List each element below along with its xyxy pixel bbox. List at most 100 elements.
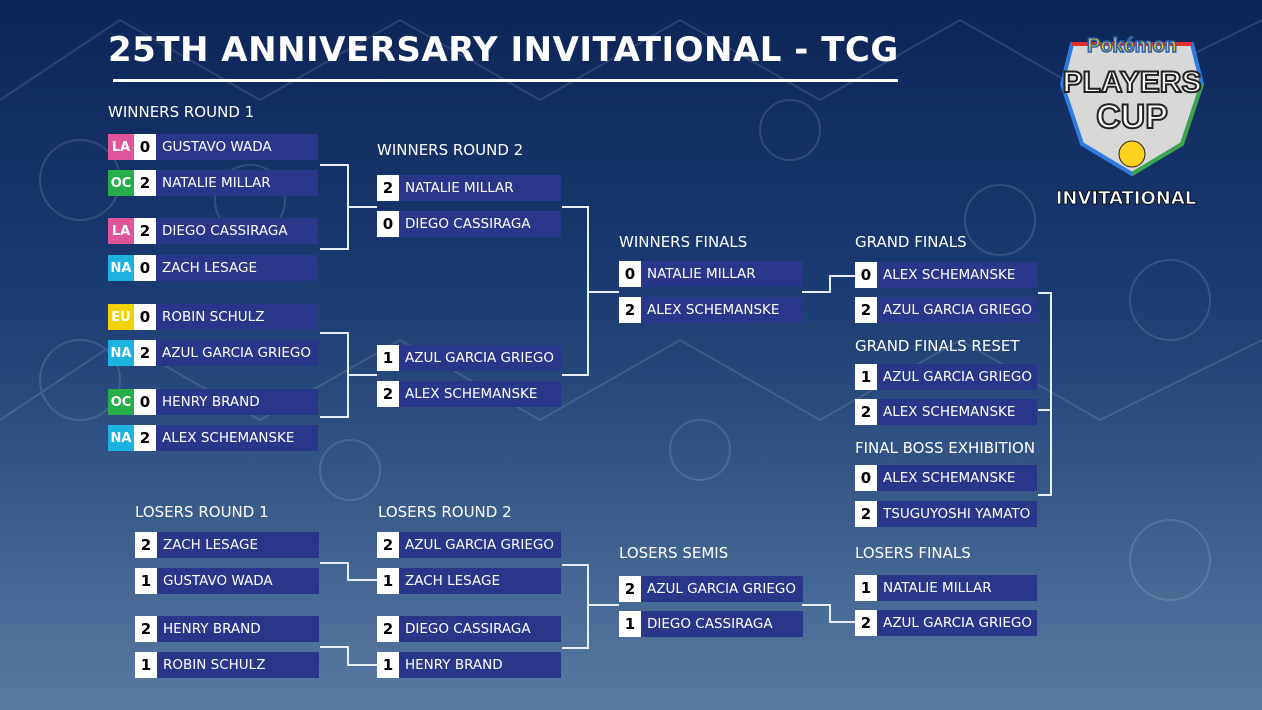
player-name: ALEX SCHEMANSKE	[156, 425, 318, 451]
losers-round-2-entry: 1 HENRY BRAND	[377, 652, 561, 678]
player-name: AZUL GARCIA GRIEGO	[156, 340, 318, 366]
player-name: ROBIN SCHULZ	[157, 652, 319, 678]
grand-finals-reset-entry: 1 AZUL GARCIA GRIEGO	[855, 364, 1037, 390]
winners-round-1-entry: LA 2 DIEGO CASSIRAGA	[108, 218, 318, 244]
player-name: ZACH LESAGE	[157, 532, 319, 558]
player-name: ALEX SCHEMANSKE	[877, 465, 1037, 491]
winners-round-1-entry: NA 2 AZUL GARCIA GRIEGO	[108, 340, 318, 366]
player-name: NATALIE MILLAR	[641, 261, 803, 287]
score: 1	[855, 575, 877, 601]
region-badge: OC	[108, 170, 134, 196]
losers-round-1-entry: 1 ROBIN SCHULZ	[135, 652, 319, 678]
player-name: ALEX SCHEMANSKE	[641, 297, 803, 323]
score: 2	[134, 170, 156, 196]
score: 2	[134, 340, 156, 366]
winners-round-1-entry: OC 2 NATALIE MILLAR	[108, 170, 318, 196]
losers-round-1-entry: 1 GUSTAVO WADA	[135, 568, 319, 594]
score: 0	[377, 211, 399, 237]
winners-round-1-entry: OC 0 HENRY BRAND	[108, 389, 318, 415]
grand-finals-reset-label: GRAND FINALS RESET	[855, 337, 1020, 355]
score: 1	[377, 652, 399, 678]
losers-round-1-label: LOSERS ROUND 1	[135, 503, 269, 521]
region-badge: OC	[108, 389, 134, 415]
region-badge: EU	[108, 304, 134, 330]
score: 2	[855, 399, 877, 425]
score: 2	[134, 218, 156, 244]
player-name: ROBIN SCHULZ	[156, 304, 318, 330]
player-name: DIEGO CASSIRAGA	[399, 211, 561, 237]
player-name: GUSTAVO WADA	[156, 134, 318, 160]
player-name: AZUL GARCIA GRIEGO	[399, 345, 561, 371]
player-name: DIEGO CASSIRAGA	[399, 616, 561, 642]
winners-round-1-label: WINNERS ROUND 1	[108, 103, 255, 121]
losers-finals-entry: 2 AZUL GARCIA GRIEGO	[855, 610, 1037, 636]
winners-finals-entry: 0 NATALIE MILLAR	[619, 261, 803, 287]
player-name: HENRY BRAND	[156, 389, 318, 415]
player-name: ZACH LESAGE	[156, 255, 318, 281]
losers-round-2-label: LOSERS ROUND 2	[378, 503, 512, 521]
winners-round-2-entry: 0 DIEGO CASSIRAGA	[377, 211, 561, 237]
player-name: ZACH LESAGE	[399, 568, 561, 594]
player-name: NATALIE MILLAR	[877, 575, 1037, 601]
losers-round-1-entry: 2 ZACH LESAGE	[135, 532, 319, 558]
losers-semis-label: LOSERS SEMIS	[619, 544, 729, 562]
final-boss-exhibition-entry: 0 ALEX SCHEMANSKE	[855, 465, 1037, 491]
player-name: ALEX SCHEMANSKE	[877, 262, 1037, 288]
winners-round-2-entry: 2 NATALIE MILLAR	[377, 175, 561, 201]
winners-round-2-label: WINNERS ROUND 2	[377, 141, 524, 159]
player-name: GUSTAVO WADA	[157, 568, 319, 594]
score: 2	[377, 381, 399, 407]
losers-round-2-entry: 1 ZACH LESAGE	[377, 568, 561, 594]
winners-round-1-entry: EU 0 ROBIN SCHULZ	[108, 304, 318, 330]
player-name: TSUGUYOSHI YAMATO	[877, 501, 1037, 527]
score: 1	[855, 364, 877, 390]
grand-finals-reset-entry: 2 ALEX SCHEMANSKE	[855, 399, 1037, 425]
player-name: AZUL GARCIA GRIEGO	[399, 532, 561, 558]
region-badge: NA	[108, 255, 134, 281]
losers-semis-entry: 2 AZUL GARCIA GRIEGO	[619, 576, 803, 602]
losers-round-2-entry: 2 AZUL GARCIA GRIEGO	[377, 532, 561, 558]
losers-finals-entry: 1 NATALIE MILLAR	[855, 575, 1037, 601]
player-name: DIEGO CASSIRAGA	[156, 218, 318, 244]
player-name: ALEX SCHEMANSKE	[399, 381, 561, 407]
score: 2	[134, 425, 156, 451]
player-name: AZUL GARCIA GRIEGO	[877, 297, 1037, 323]
score: 2	[855, 610, 877, 636]
losers-round-2-entry: 2 DIEGO CASSIRAGA	[377, 616, 561, 642]
player-name: AZUL GARCIA GRIEGO	[877, 364, 1037, 390]
losers-semis-entry: 1 DIEGO CASSIRAGA	[619, 611, 803, 637]
winners-finals-label: WINNERS FINALS	[619, 233, 748, 251]
score: 1	[135, 652, 157, 678]
grand-finals-label: GRAND FINALS	[855, 233, 967, 251]
winners-round-1-entry: NA 2 ALEX SCHEMANSKE	[108, 425, 318, 451]
region-badge: LA	[108, 218, 134, 244]
grand-finals-entry: 0 ALEX SCHEMANSKE	[855, 262, 1037, 288]
player-name: HENRY BRAND	[399, 652, 561, 678]
score: 2	[619, 297, 641, 323]
player-name: AZUL GARCIA GRIEGO	[877, 610, 1037, 636]
score: 2	[377, 616, 399, 642]
losers-round-1-entry: 2 HENRY BRAND	[135, 616, 319, 642]
score: 1	[377, 568, 399, 594]
player-name: NATALIE MILLAR	[156, 170, 318, 196]
player-name: ALEX SCHEMANSKE	[877, 399, 1037, 425]
winners-round-2-entry: 2 ALEX SCHEMANSKE	[377, 381, 561, 407]
score: 2	[135, 616, 157, 642]
grand-finals-entry: 2 AZUL GARCIA GRIEGO	[855, 297, 1037, 323]
score: 0	[619, 261, 641, 287]
winners-round-1-entry: LA 0 GUSTAVO WADA	[108, 134, 318, 160]
winners-round-1-entry: NA 0 ZACH LESAGE	[108, 255, 318, 281]
winners-round-2-entry: 1 AZUL GARCIA GRIEGO	[377, 345, 561, 371]
score: 0	[134, 389, 156, 415]
final-boss-exhibition-entry: 2 TSUGUYOSHI YAMATO	[855, 501, 1037, 527]
winners-finals-entry: 2 ALEX SCHEMANSKE	[619, 297, 803, 323]
player-name: DIEGO CASSIRAGA	[641, 611, 803, 637]
score: 0	[134, 255, 156, 281]
region-badge: LA	[108, 134, 134, 160]
score: 0	[855, 262, 877, 288]
score: 2	[619, 576, 641, 602]
score: 1	[619, 611, 641, 637]
losers-finals-label: LOSERS FINALS	[855, 544, 971, 562]
player-name: HENRY BRAND	[157, 616, 319, 642]
final-boss-exhibition-label: FINAL BOSS EXHIBITION	[855, 439, 1036, 457]
